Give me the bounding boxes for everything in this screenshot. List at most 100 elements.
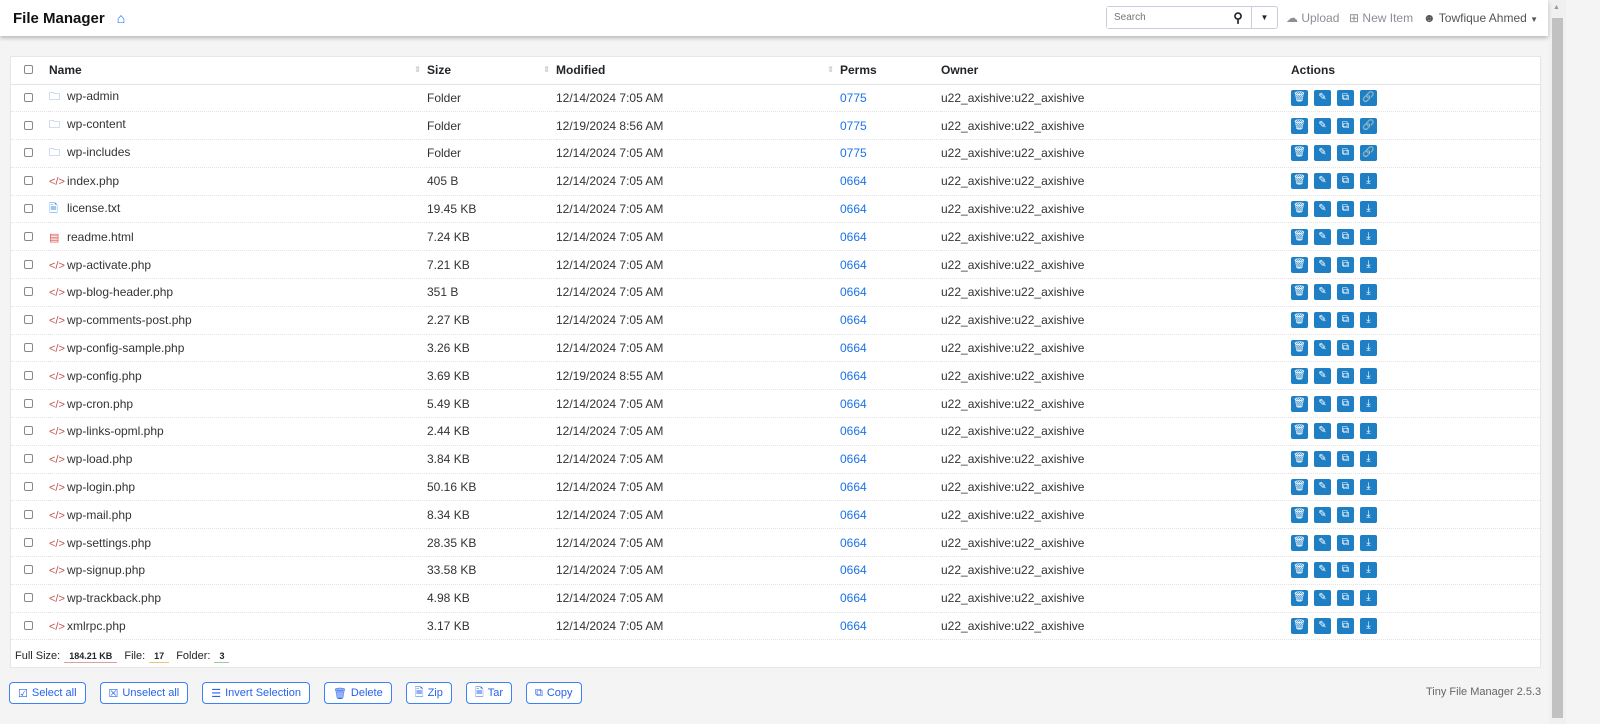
delete-icon[interactable]: 🗑: [1291, 618, 1308, 635]
copy-button[interactable]: ⧉ Copy: [526, 682, 582, 704]
perms-link[interactable]: 0775: [840, 146, 867, 160]
copy-icon[interactable]: ⧉: [1337, 618, 1354, 635]
download-icon[interactable]: ⤓: [1360, 201, 1377, 218]
row-checkbox[interactable]: [24, 287, 33, 297]
row-checkbox[interactable]: [24, 565, 33, 575]
file-name-link[interactable]: wp-activate.php: [67, 258, 151, 272]
tar-button[interactable]: 🗎 Tar: [465, 682, 512, 704]
invert-selection-button[interactable]: ☰ Invert Selection: [202, 682, 310, 704]
perms-link[interactable]: 0664: [840, 313, 867, 327]
file-name-link[interactable]: wp-blog-header.php: [67, 285, 173, 299]
column-name[interactable]: Name ⇕: [49, 57, 427, 85]
delete-button[interactable]: 🗑 Delete: [323, 682, 392, 704]
rename-icon[interactable]: ✎: [1314, 590, 1331, 607]
delete-icon[interactable]: 🗑: [1291, 145, 1308, 162]
unselect-all-button[interactable]: ☒ Unselect all: [99, 682, 189, 704]
perms-link[interactable]: 0664: [840, 591, 867, 605]
scrollbar-thumb[interactable]: [1552, 18, 1563, 718]
rename-icon[interactable]: ✎: [1314, 534, 1331, 551]
perms-link[interactable]: 0664: [840, 202, 867, 216]
download-icon[interactable]: ⤓: [1360, 256, 1377, 273]
delete-icon[interactable]: 🗑: [1291, 201, 1308, 218]
perms-link[interactable]: 0664: [840, 424, 867, 438]
row-checkbox[interactable]: [24, 259, 33, 269]
perms-link[interactable]: 0664: [840, 508, 867, 522]
row-checkbox[interactable]: [24, 593, 33, 603]
link-icon[interactable]: 🔗: [1360, 145, 1377, 162]
download-icon[interactable]: ⤓: [1360, 479, 1377, 496]
download-icon[interactable]: ⤓: [1360, 340, 1377, 357]
row-checkbox[interactable]: [24, 398, 33, 408]
rename-icon[interactable]: ✎: [1314, 562, 1331, 579]
delete-icon[interactable]: 🗑: [1291, 228, 1308, 245]
delete-icon[interactable]: 🗑: [1291, 506, 1308, 523]
upload-link[interactable]: ☁ Upload: [1286, 11, 1339, 25]
perms-link[interactable]: 0664: [840, 258, 867, 272]
copy-icon[interactable]: ⧉: [1337, 117, 1354, 134]
row-checkbox[interactable]: [24, 454, 33, 464]
search-input[interactable]: [1107, 7, 1225, 28]
search-options-dropdown[interactable]: ▼: [1251, 7, 1277, 28]
file-name-link[interactable]: wp-trackback.php: [67, 591, 161, 605]
column-modified[interactable]: Modified ⇕: [556, 57, 840, 85]
delete-icon[interactable]: 🗑: [1291, 117, 1308, 134]
delete-icon[interactable]: 🗑: [1291, 312, 1308, 329]
delete-icon[interactable]: 🗑: [1291, 451, 1308, 468]
delete-icon[interactable]: 🗑: [1291, 562, 1308, 579]
copy-icon[interactable]: ⧉: [1337, 423, 1354, 440]
new-item-link[interactable]: ⊞ New Item: [1349, 11, 1413, 25]
file-name-link[interactable]: wp-settings.php: [67, 536, 151, 550]
rename-icon[interactable]: ✎: [1314, 312, 1331, 329]
row-checkbox[interactable]: [24, 343, 33, 353]
file-name-link[interactable]: wp-cron.php: [67, 397, 133, 411]
copy-icon[interactable]: ⧉: [1337, 340, 1354, 357]
row-checkbox[interactable]: [24, 148, 33, 158]
file-name-link[interactable]: wp-config-sample.php: [67, 341, 184, 355]
row-checkbox[interactable]: [24, 315, 33, 325]
download-icon[interactable]: ⤓: [1360, 367, 1377, 384]
copy-icon[interactable]: ⧉: [1337, 89, 1354, 106]
row-checkbox[interactable]: [24, 537, 33, 547]
perms-link[interactable]: 0664: [840, 619, 867, 633]
rename-icon[interactable]: ✎: [1314, 228, 1331, 245]
download-icon[interactable]: ⤓: [1360, 562, 1377, 579]
perms-link[interactable]: 0664: [840, 369, 867, 383]
rename-icon[interactable]: ✎: [1314, 145, 1331, 162]
row-checkbox[interactable]: [24, 370, 33, 380]
perms-link[interactable]: 0664: [840, 397, 867, 411]
file-name-link[interactable]: wp-admin: [67, 89, 119, 103]
file-name-link[interactable]: wp-load.php: [67, 452, 132, 466]
download-icon[interactable]: ⤓: [1360, 173, 1377, 190]
home-icon[interactable]: ⌂: [117, 10, 125, 26]
file-name-link[interactable]: wp-comments-post.php: [67, 313, 192, 327]
perms-link[interactable]: 0664: [840, 536, 867, 550]
file-name-link[interactable]: wp-login.php: [67, 480, 135, 494]
rename-icon[interactable]: ✎: [1314, 479, 1331, 496]
link-icon[interactable]: 🔗: [1360, 117, 1377, 134]
vertical-scrollbar[interactable]: ▲: [1549, 0, 1566, 724]
copy-icon[interactable]: ⧉: [1337, 201, 1354, 218]
perms-link[interactable]: 0664: [840, 285, 867, 299]
perms-link[interactable]: 0775: [840, 91, 867, 105]
download-icon[interactable]: ⤓: [1360, 451, 1377, 468]
download-icon[interactable]: ⤓: [1360, 284, 1377, 301]
rename-icon[interactable]: ✎: [1314, 506, 1331, 523]
copy-icon[interactable]: ⧉: [1337, 590, 1354, 607]
column-size[interactable]: Size ⇕: [427, 57, 556, 85]
rename-icon[interactable]: ✎: [1314, 367, 1331, 384]
copy-icon[interactable]: ⧉: [1337, 173, 1354, 190]
delete-icon[interactable]: 🗑: [1291, 395, 1308, 412]
rename-icon[interactable]: ✎: [1314, 395, 1331, 412]
rename-icon[interactable]: ✎: [1314, 256, 1331, 273]
download-icon[interactable]: ⤓: [1360, 506, 1377, 523]
download-icon[interactable]: ⤓: [1360, 618, 1377, 635]
file-name-link[interactable]: index.php: [67, 174, 119, 188]
file-name-link[interactable]: wp-mail.php: [67, 508, 132, 522]
perms-link[interactable]: 0664: [840, 341, 867, 355]
file-name-link[interactable]: wp-content: [67, 117, 126, 131]
copy-icon[interactable]: ⧉: [1337, 284, 1354, 301]
rename-icon[interactable]: ✎: [1314, 618, 1331, 635]
perms-link[interactable]: 0664: [840, 452, 867, 466]
file-name-link[interactable]: readme.html: [67, 230, 134, 244]
rename-icon[interactable]: ✎: [1314, 117, 1331, 134]
